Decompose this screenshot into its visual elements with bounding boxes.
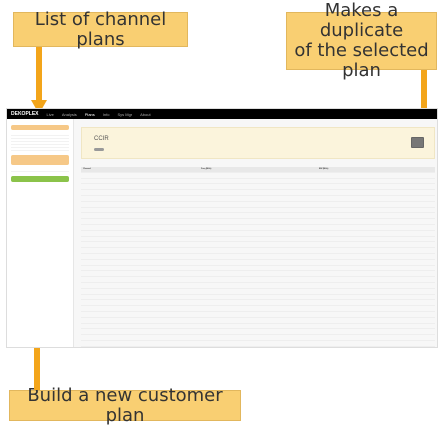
callout-duplicate-line1: Makes a duplicate <box>319 0 404 42</box>
nav-item-sys-mgr[interactable]: Sys Mgr <box>117 112 132 117</box>
plan-pill <box>94 148 104 151</box>
customer-plan-item[interactable] <box>11 169 69 172</box>
channel-plan-list[interactable] <box>11 133 69 151</box>
app-window: DEKOPLEX Live Analysis Plans Info Sys Mg… <box>6 108 438 348</box>
callout-new-plan-text: Build a new customer plan <box>27 384 223 426</box>
table-row[interactable] <box>81 346 435 347</box>
callout-channel-plans-text: List of channel plans <box>34 8 167 50</box>
callout-duplicate-plan: Makes a duplicate of the selected plan <box>286 1 437 80</box>
nav-item-plans[interactable]: Plans <box>85 112 95 117</box>
nav-item-live[interactable]: Live <box>47 112 54 117</box>
new-plan-button[interactable] <box>11 176 69 182</box>
plan-title: CCIR <box>94 136 109 142</box>
sidebar <box>7 119 74 347</box>
sidebar-header <box>11 125 69 130</box>
callout-duplicate-line2: of the selected plan <box>294 40 429 81</box>
customer-plan-list[interactable] <box>11 169 69 172</box>
top-nav: DEKOPLEX Live Analysis Plans Info Sys Mg… <box>7 109 437 119</box>
plan-header-panel: CCIR <box>81 127 435 159</box>
nav-item-info[interactable]: Info <box>103 112 110 117</box>
channel-table: Channel Freq (MHz) BW (MHz) <box>81 167 435 347</box>
brand-logo: DEKOPLEX <box>11 111 39 117</box>
main-panel: CCIR Channel Freq (MHz) BW (MHz) <box>81 127 435 347</box>
sidebar-section[interactable] <box>11 155 69 165</box>
arrow-left-down <box>36 47 42 105</box>
callout-channel-plans: List of channel plans <box>13 8 188 50</box>
channel-plan-item[interactable] <box>11 148 69 151</box>
nav-item-about[interactable]: About <box>140 112 150 117</box>
callout-new-plan: Build a new customer plan <box>9 385 241 425</box>
nav-item-analysis[interactable]: Analysis <box>62 112 77 117</box>
duplicate-plan-button[interactable] <box>411 137 424 148</box>
